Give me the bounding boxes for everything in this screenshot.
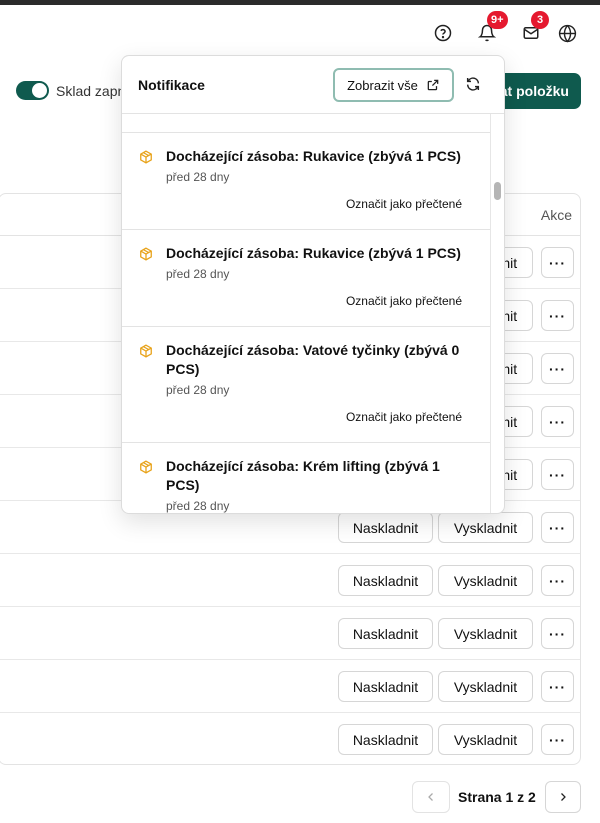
- notification-item: Docházející zásoba: Rukavice (zbývá 1 PC…: [122, 230, 490, 327]
- more-icon: ···: [549, 466, 566, 483]
- refresh-icon: [466, 77, 480, 91]
- stock-out-button[interactable]: Vyskladnit: [438, 565, 533, 596]
- messages-badge: 3: [531, 11, 549, 29]
- package-icon: [140, 247, 152, 261]
- stock-out-button[interactable]: Vyskladnit: [438, 512, 533, 543]
- previous-notification-edge: [122, 114, 490, 133]
- stock-out-button[interactable]: Vyskladnit: [438, 724, 533, 755]
- row-more-button[interactable]: ···: [541, 353, 574, 384]
- warehouse-toggle[interactable]: [16, 81, 49, 100]
- row-more-button[interactable]: ···: [541, 724, 574, 755]
- chevron-left-icon: [428, 793, 433, 801]
- row-more-button[interactable]: ···: [541, 459, 574, 490]
- notifications-button[interactable]: 9+: [476, 11, 508, 44]
- notification-item: Docházející zásoba: Vatové tyčinky (zbýv…: [122, 327, 490, 443]
- notification-time: před 28 dny: [166, 499, 230, 513]
- notification-item: Docházející zásoba: Rukavice (zbývá 1 PC…: [122, 133, 490, 230]
- row-more-button[interactable]: ···: [541, 512, 574, 543]
- stock-in-button[interactable]: Naskladnit: [338, 565, 433, 596]
- view-all-label: Zobrazit vše: [347, 77, 418, 93]
- language-button[interactable]: [556, 22, 578, 44]
- table-row: NaskladnitVyskladnit ···: [0, 660, 580, 713]
- notification-item: Docházející zásoba: Krém lifting (zbývá …: [122, 443, 490, 513]
- package-icon: [140, 344, 152, 358]
- notifications-panel: Notifikace Zobrazit vše Docházející záso…: [121, 55, 505, 514]
- notification-message: Docházející zásoba: Rukavice (zbývá 1 PC…: [166, 148, 461, 164]
- more-icon: ···: [549, 678, 566, 695]
- notification-time: před 28 dny: [166, 267, 230, 281]
- help-button[interactable]: [432, 22, 454, 44]
- top-strip: [0, 0, 600, 5]
- row-more-button[interactable]: ···: [541, 247, 574, 278]
- notification-time: před 28 dny: [166, 170, 230, 184]
- more-icon: ···: [549, 519, 566, 536]
- notification-message: Docházející zásoba: Rukavice (zbývá 1 PC…: [166, 245, 461, 261]
- next-page-button[interactable]: [545, 781, 581, 813]
- stock-out-button[interactable]: Vyskladnit: [438, 671, 533, 702]
- row-more-button[interactable]: ···: [541, 618, 574, 649]
- help-icon: [434, 24, 452, 42]
- stock-in-button[interactable]: Naskladnit: [338, 724, 433, 755]
- table-row: NaskladnitVyskladnit ···: [0, 554, 580, 607]
- mark-as-read-link[interactable]: Označit jako přečtené: [166, 410, 490, 424]
- stock-in-button[interactable]: Naskladnit: [338, 512, 433, 543]
- package-icon: [140, 460, 152, 474]
- table-row: NaskladnitVyskladnit ···: [0, 713, 580, 764]
- more-icon: ···: [549, 360, 566, 377]
- notifications-title: Notifikace: [138, 77, 205, 93]
- messages-button[interactable]: 3: [520, 11, 549, 44]
- notification-message: Docházející zásoba: Krém lifting (zbývá …: [166, 458, 440, 493]
- row-more-button[interactable]: ···: [541, 671, 574, 702]
- notifications-badge: 9+: [487, 11, 508, 29]
- more-icon: ···: [549, 625, 566, 642]
- refresh-button[interactable]: [462, 72, 484, 96]
- scrollbar-thumb[interactable]: [494, 182, 501, 200]
- notifications-header: Notifikace Zobrazit vše: [122, 56, 504, 114]
- notification-message: Docházející zásoba: Vatové tyčinky (zbýv…: [166, 342, 460, 377]
- stock-in-button[interactable]: Naskladnit: [338, 618, 433, 649]
- notification-time: před 28 dny: [166, 383, 230, 397]
- view-all-button[interactable]: Zobrazit vše: [333, 68, 454, 102]
- row-more-button[interactable]: ···: [541, 300, 574, 331]
- package-icon: [140, 150, 152, 164]
- globe-icon: [558, 24, 576, 42]
- actions-column-header: Akce: [540, 207, 572, 223]
- chevron-right-icon: [561, 793, 566, 801]
- more-icon: ···: [549, 307, 566, 324]
- notifications-scrollbar[interactable]: [490, 114, 504, 513]
- mark-as-read-link[interactable]: Označit jako přečtené: [166, 197, 490, 211]
- stock-out-button[interactable]: Vyskladnit: [438, 618, 533, 649]
- stock-in-button[interactable]: Naskladnit: [338, 671, 433, 702]
- row-more-button[interactable]: ···: [541, 565, 574, 596]
- prev-page-button[interactable]: [412, 781, 450, 813]
- more-icon: ···: [549, 413, 566, 430]
- row-more-button[interactable]: ···: [541, 406, 574, 437]
- notifications-list: Docházející zásoba: Rukavice (zbývá 1 PC…: [122, 114, 490, 513]
- external-link-icon: [427, 79, 439, 91]
- more-icon: ···: [549, 731, 566, 748]
- table-row: NaskladnitVyskladnit ···: [0, 607, 580, 660]
- mark-as-read-link[interactable]: Označit jako přečtené: [166, 294, 490, 308]
- more-icon: ···: [549, 572, 566, 589]
- page-indicator: Strana 1 z 2: [458, 789, 536, 805]
- warehouse-toggle-label: Sklad zapnut: [56, 83, 126, 99]
- more-icon: ···: [549, 254, 566, 271]
